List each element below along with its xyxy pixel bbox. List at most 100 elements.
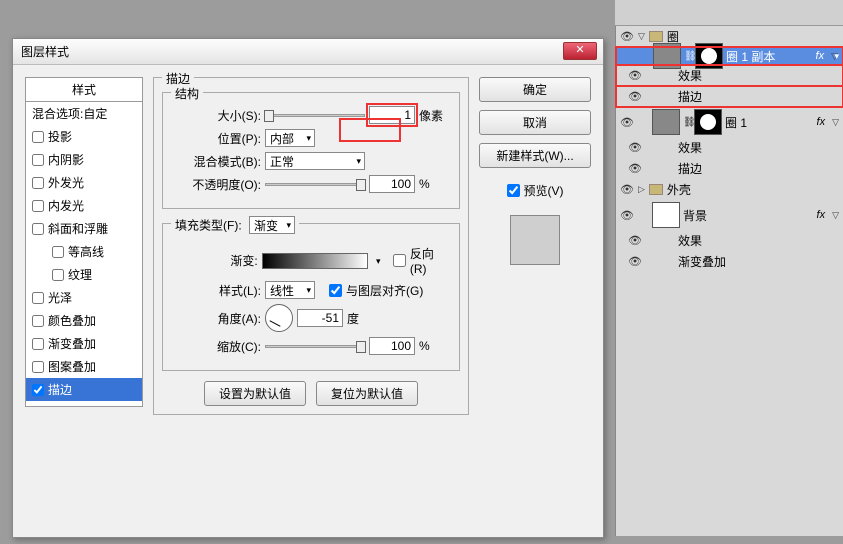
visibility-icon[interactable]: 👁 (628, 90, 642, 103)
style-checkbox[interactable] (52, 246, 64, 258)
style-label: 投影 (48, 128, 72, 145)
gradient-preview[interactable] (262, 253, 368, 269)
fx-twisty-icon[interactable]: ▽ (831, 51, 838, 62)
fx-badge[interactable]: fx (817, 209, 830, 221)
preview-label: 预览(V) (524, 182, 564, 199)
style-item-等高线[interactable]: 等高线 (26, 240, 142, 263)
style-checkbox[interactable] (32, 200, 44, 212)
layer-thumbnail[interactable] (653, 43, 681, 69)
style-item-颜色叠加[interactable]: 颜色叠加 (26, 309, 142, 332)
visibility-icon[interactable]: 👁 (628, 69, 642, 82)
blend-options-row[interactable]: 混合选项:自定 (26, 102, 142, 125)
blendmode-select[interactable]: 正常 (265, 152, 365, 170)
fx-twisty-icon[interactable]: ▽ (832, 210, 839, 221)
gradient-label: 渐变: (173, 252, 258, 269)
style-item-外发光[interactable]: 外发光 (26, 171, 142, 194)
style-item-斜面和浮雕[interactable]: 斜面和浮雕 (26, 217, 142, 240)
reset-default-button[interactable]: 复位为默认值 (316, 381, 418, 406)
style-checkbox[interactable] (32, 361, 44, 373)
style-item-内阴影[interactable]: 内阴影 (26, 148, 142, 171)
layer-thumbnail[interactable] (652, 202, 680, 228)
size-input[interactable] (369, 106, 415, 124)
layer-row-copy[interactable]: ⛓ 圈 1 副本 fx ▽ (616, 47, 843, 65)
close-button[interactable]: ✕ (563, 42, 597, 60)
layer-row-circle1[interactable]: 👁 ⛓ 圈 1 fx ▽ (616, 107, 843, 137)
filltype-select[interactable]: 渐变 (249, 216, 295, 234)
style-checkbox[interactable] (52, 269, 64, 281)
dialog-buttons-column: 确定 取消 新建样式(W)... 预览(V) (479, 77, 591, 425)
style-item-纹理[interactable]: 纹理 (26, 263, 142, 286)
fx-gradient-row[interactable]: 👁 渐变叠加 (616, 251, 843, 272)
visibility-icon[interactable]: 👁 (628, 234, 642, 247)
opacity-label: 不透明度(O): (173, 176, 261, 193)
mask-thumbnail[interactable] (694, 109, 722, 135)
fx-effects-row[interactable]: 👁 效果 (616, 65, 843, 86)
new-style-button[interactable]: 新建样式(W)... (479, 143, 591, 168)
styles-header[interactable]: 样式 (25, 77, 143, 102)
style-item-渐变叠加[interactable]: 渐变叠加 (26, 332, 142, 355)
size-slider[interactable] (265, 114, 365, 117)
visibility-icon[interactable]: 👁 (620, 30, 634, 43)
align-checkbox[interactable] (329, 284, 342, 297)
scale-slider[interactable] (265, 345, 365, 348)
visibility-icon[interactable]: 👁 (620, 116, 634, 129)
visibility-icon[interactable]: 👁 (628, 141, 642, 154)
layer-group-shell[interactable]: 👁 ▷ 外壳 (616, 179, 843, 200)
opacity-slider[interactable] (265, 183, 365, 186)
fx-badge[interactable]: fx (817, 116, 830, 128)
twisty-icon[interactable]: ▷ (638, 184, 645, 195)
twisty-icon[interactable]: ▽ (638, 31, 645, 42)
dialog-titlebar[interactable]: 图层样式 ✕ (13, 39, 603, 65)
style-select[interactable]: 线性 (265, 281, 315, 299)
position-select[interactable]: 内部 (265, 129, 315, 147)
style-checkbox[interactable] (32, 292, 44, 304)
scale-label: 缩放(C): (173, 338, 261, 355)
layer-name: 背景 (683, 207, 707, 224)
preview-checkbox[interactable] (507, 184, 520, 197)
layer-style-dialog: 图层样式 ✕ 样式 混合选项:自定 投影内阴影外发光内发光斜面和浮雕等高线纹理光… (12, 38, 604, 538)
fx-effects-row[interactable]: 👁 效果 (616, 137, 843, 158)
style-label: 等高线 (68, 243, 104, 260)
style-item-描边[interactable]: 描边 (26, 378, 142, 401)
set-default-button[interactable]: 设置为默认值 (204, 381, 306, 406)
style-checkbox[interactable] (32, 338, 44, 350)
reverse-checkbox[interactable] (393, 254, 406, 267)
fx-twisty-icon[interactable]: ▽ (832, 117, 839, 128)
fx-stroke-row[interactable]: 👁 描边 (616, 86, 843, 107)
fx-stroke-row[interactable]: 👁 描边 (616, 158, 843, 179)
align-label: 与图层对齐(G) (346, 282, 423, 299)
layer-row-bg[interactable]: 👁 背景 fx ▽ (616, 200, 843, 230)
link-icon: ⛓ (684, 51, 692, 62)
cancel-button[interactable]: 取消 (479, 110, 591, 135)
style-item-投影[interactable]: 投影 (26, 125, 142, 148)
style-item-光泽[interactable]: 光泽 (26, 286, 142, 309)
opacity-input[interactable] (369, 175, 415, 193)
visibility-icon[interactable]: 👁 (628, 255, 642, 268)
style-checkbox[interactable] (32, 384, 44, 396)
visibility-icon[interactable]: 👁 (628, 162, 642, 175)
scale-input[interactable] (369, 337, 415, 355)
style-checkbox[interactable] (32, 223, 44, 235)
style-checkbox[interactable] (32, 177, 44, 189)
visibility-icon[interactable]: 👁 (620, 209, 634, 222)
layer-name: 圈 1 副本 (726, 48, 775, 65)
layer-thumbnail[interactable] (652, 109, 680, 135)
fx-effects-row[interactable]: 👁 效果 (616, 230, 843, 251)
angle-input[interactable] (297, 309, 343, 327)
angle-dial[interactable] (265, 304, 293, 332)
style-label: 内阴影 (48, 151, 84, 168)
style-item-内发光[interactable]: 内发光 (26, 194, 142, 217)
mask-thumbnail[interactable] (695, 43, 723, 69)
layer-group-header[interactable]: 👁 ▽ 圈 (616, 26, 843, 47)
reverse-label: 反向(R) (410, 245, 449, 276)
visibility-icon[interactable]: 👁 (620, 183, 634, 196)
style-checkbox[interactable] (32, 154, 44, 166)
ok-button[interactable]: 确定 (479, 77, 591, 102)
style-checkbox[interactable] (32, 131, 44, 143)
fx-badge[interactable]: fx (816, 50, 829, 62)
style-item-图案叠加[interactable]: 图案叠加 (26, 355, 142, 378)
styles-list: 混合选项:自定 投影内阴影外发光内发光斜面和浮雕等高线纹理光泽颜色叠加渐变叠加图… (25, 102, 143, 407)
style-checkbox[interactable] (32, 315, 44, 327)
position-label: 位置(P): (173, 130, 261, 147)
layers-panel-header (615, 0, 843, 26)
